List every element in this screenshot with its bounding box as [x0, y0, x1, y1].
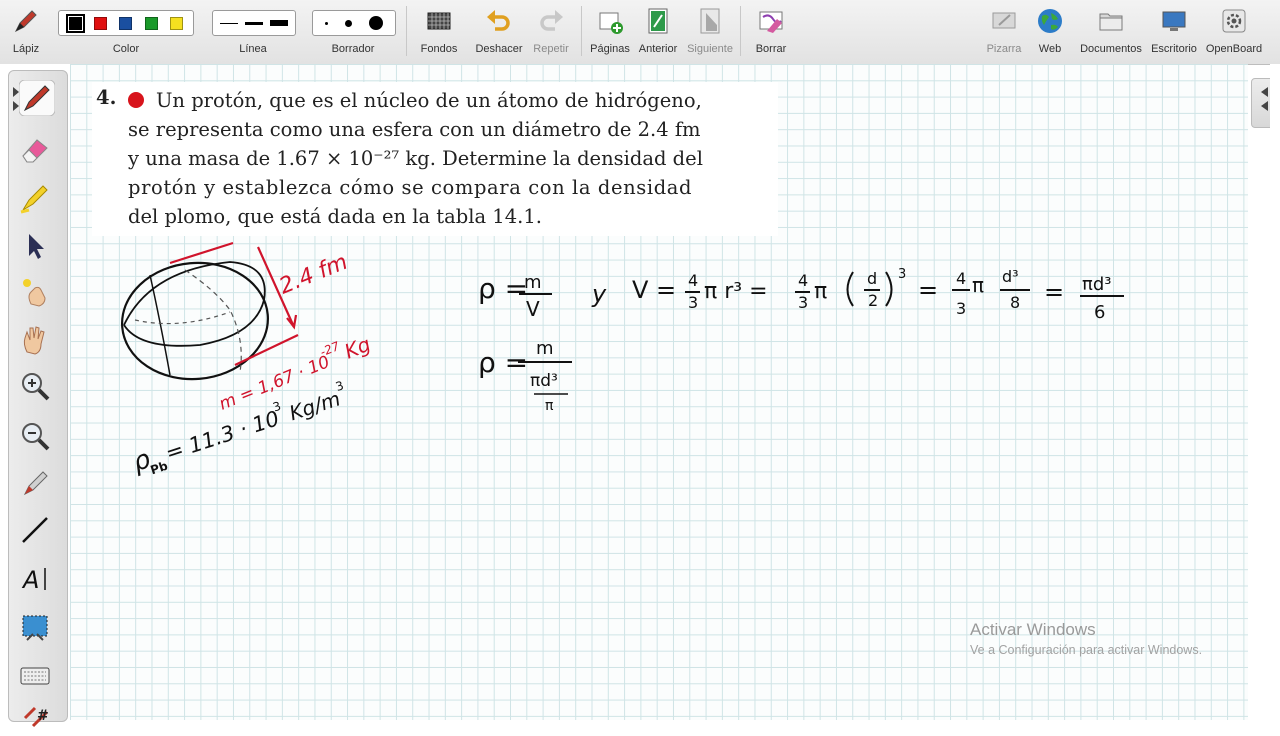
eq1-pi: π	[814, 279, 827, 304]
eq1-eight: 8	[1010, 293, 1020, 312]
eq1-cube: 3	[898, 267, 906, 282]
eq1-d: d	[867, 269, 877, 288]
diameter-label: 2.4 fm	[276, 250, 351, 300]
lead-subscript: Pb	[149, 459, 170, 478]
lead-value: = 11.3 · 10	[163, 406, 282, 465]
eq1-v: V =	[632, 276, 676, 304]
eq1-equals: =	[918, 276, 938, 304]
eq2-numerator: m	[536, 338, 554, 359]
lead-unit: Kg/m	[286, 386, 343, 425]
eq1-pi2: π	[972, 273, 984, 297]
eq1-d3: d³	[1002, 267, 1019, 286]
canvas-edge	[1270, 64, 1280, 720]
eq1-pi-r3: π r³ =	[704, 279, 768, 304]
eq1-pid3: πd³	[1082, 274, 1111, 295]
handwriting-layer: 2.4 fm m = 1,67 · 10 -27 Kg ρ Pb = 11.3 …	[121, 241, 1124, 478]
eq1-rho: ρ =	[478, 272, 528, 305]
mass-unit: Kg	[341, 332, 374, 364]
windows-activation-subtitle: Ve a Configuración para activar Windows.	[970, 643, 1203, 657]
mass-exponent: -27	[318, 339, 342, 359]
eq1-frac2-den: 3	[798, 293, 808, 312]
diameter-annotation	[169, 241, 299, 366]
eq2-denominator: πd³	[530, 371, 558, 391]
windows-activation-title: Activar Windows	[970, 620, 1096, 639]
density-substitution-equation: ρ = m πd³ π	[478, 338, 572, 414]
eq1-frac1-num: 4	[688, 271, 698, 290]
eq1-denominator: V	[526, 297, 540, 321]
eq1-frac2-num: 4	[798, 271, 808, 290]
eq1-two: 2	[868, 291, 878, 310]
eq1-frac1-den: 3	[688, 293, 698, 312]
eq1-frac3-den: 3	[956, 299, 966, 318]
eq1-six: 6	[1094, 302, 1105, 323]
eq1-numerator: m	[524, 272, 542, 293]
eq1-equals2: =	[1044, 278, 1064, 306]
density-volume-equation: ρ = m V y V = 4 3 π r³ = 4 3 π d 2 3 = 4…	[478, 267, 1124, 323]
eq1-y: y	[591, 280, 607, 308]
eq1-frac3-num: 4	[956, 269, 966, 288]
eq2-denominator2: π	[545, 398, 554, 414]
sphere-drawing	[121, 261, 269, 381]
